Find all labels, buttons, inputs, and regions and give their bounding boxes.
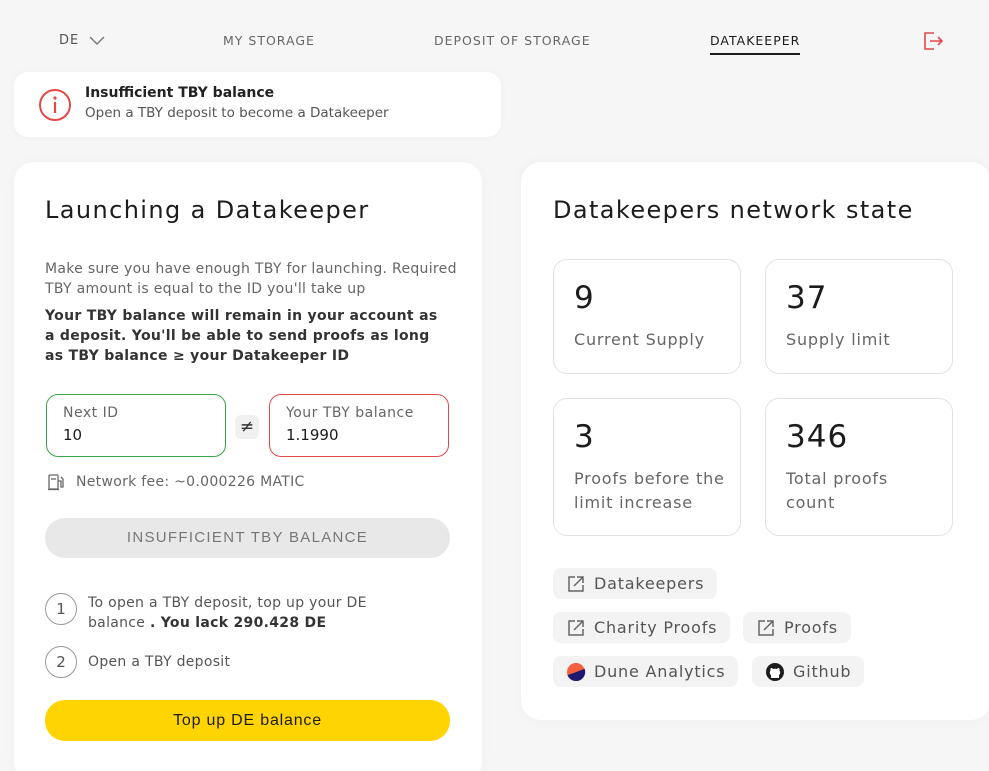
- link-github[interactable]: Github: [752, 656, 865, 687]
- step-2: 2 Open a TBY deposit: [45, 646, 230, 678]
- network-title: Datakeepers network state: [553, 196, 914, 224]
- nav-datakeeper[interactable]: DATAKEEPER: [710, 33, 801, 55]
- link-proofs[interactable]: Proofs: [743, 612, 851, 643]
- stat-supply-limit: 37 Supply limit: [765, 259, 953, 374]
- tby-balance-label: Your TBY balance: [286, 405, 414, 421]
- link-label: Datakeepers: [594, 574, 705, 593]
- deposit-note: Your TBY balance will remain in your acc…: [45, 308, 438, 364]
- chevron-down-icon: [89, 36, 105, 45]
- stat-current-supply: 9 Current Supply: [553, 259, 741, 374]
- external-link-icon: [758, 619, 774, 636]
- stat-value: 3: [574, 419, 595, 455]
- stat-label: Current Supply: [574, 330, 705, 349]
- alert-title: Insufficient TBY balance: [85, 85, 275, 101]
- step-1-lack: . You lack 290.428 DE: [149, 615, 327, 631]
- external-link-icon: [568, 619, 584, 636]
- launch-datakeeper-panel: Launching a Datakeeper Make sure you hav…: [14, 162, 482, 771]
- fuel-pump-icon: [48, 474, 64, 491]
- link-label: Dune Analytics: [594, 662, 726, 681]
- launch-note: Make sure you have enough TBY for launch…: [45, 261, 457, 297]
- link-charity-proofs[interactable]: Charity Proofs: [553, 612, 731, 643]
- stat-value: 37: [786, 280, 828, 316]
- launch-title: Launching a Datakeeper: [45, 196, 370, 224]
- tby-balance-field: Your TBY balance 1.1990: [269, 394, 449, 457]
- stat-label: Proofs before the limit increase: [574, 469, 725, 512]
- nav-deposit-of-storage[interactable]: DEPOSIT OF STORAGE: [434, 33, 591, 48]
- language-selector[interactable]: DE: [59, 33, 105, 48]
- step-text: To open a TBY deposit, top up your DE ba…: [88, 593, 378, 633]
- stat-total-proofs: 346 Total proofs count: [765, 398, 953, 536]
- tby-balance-value: 1.1990: [286, 426, 339, 444]
- link-label: Charity Proofs: [594, 618, 718, 637]
- language-label: DE: [59, 33, 80, 48]
- stat-proofs-before-limit: 3 Proofs before the limit increase: [553, 398, 741, 536]
- info-icon: [39, 89, 71, 121]
- network-fee: Network fee: ~0.000226 MATIC: [47, 473, 305, 491]
- top-up-button[interactable]: Top up DE balance: [45, 700, 450, 741]
- step-number: 1: [45, 593, 77, 625]
- next-id-value: 10: [63, 426, 83, 444]
- step-number: 2: [45, 646, 77, 678]
- logout-icon[interactable]: [921, 30, 945, 52]
- github-icon: [766, 662, 784, 681]
- step-2-text: Open a TBY deposit: [88, 654, 231, 670]
- nav-my-storage[interactable]: MY STORAGE: [223, 33, 315, 48]
- link-label: Proofs: [784, 618, 838, 637]
- external-link-icon: [568, 575, 584, 592]
- network-fee-text: Network fee: ~0.000226 MATIC: [76, 474, 305, 490]
- step-1: 1 To open a TBY deposit, top up your DE …: [45, 593, 378, 633]
- top-nav: DE MY STORAGE DEPOSIT OF STORAGE DATAKEE…: [0, 0, 989, 82]
- link-dune-analytics[interactable]: Dune Analytics: [553, 656, 739, 687]
- next-id-field: Next ID 10: [46, 394, 226, 457]
- network-state-panel: Datakeepers network state 9 Current Supp…: [521, 162, 989, 720]
- insufficient-balance-alert: Insufficient TBY balance Open a TBY depo…: [14, 72, 501, 137]
- alert-message: Open a TBY deposit to become a Datakeepe…: [85, 105, 389, 121]
- stat-label: Supply limit: [786, 330, 891, 349]
- insufficient-balance-button[interactable]: INSUFFICIENT TBY BALANCE: [45, 518, 450, 558]
- stat-value: 346: [786, 419, 849, 455]
- stat-label: Total proofs count: [786, 469, 888, 512]
- link-label: Github: [793, 662, 852, 681]
- link-datakeepers[interactable]: Datakeepers: [553, 568, 718, 599]
- next-id-label: Next ID: [63, 405, 119, 421]
- dune-logo-icon: [567, 662, 586, 681]
- stat-value: 9: [574, 280, 595, 316]
- not-equal-icon: ≠: [235, 415, 259, 439]
